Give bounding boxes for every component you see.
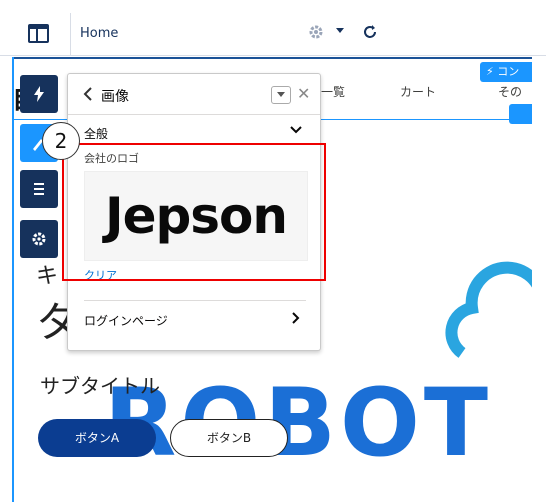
settings-tool-button[interactable] [20,220,58,258]
nav-item-cart[interactable]: カート [400,83,436,100]
section-general[interactable]: 全般 [84,125,108,142]
panel-menu-button[interactable] [271,86,291,104]
nav-item-list[interactable]: 一覧 [321,83,345,100]
chevron-left-icon[interactable] [82,86,94,102]
gear-icon[interactable] [308,24,324,40]
page-structure-tool-button[interactable] [20,170,58,208]
login-page-item[interactable]: ログインページ [84,312,168,329]
chevron-right-icon[interactable] [290,312,302,324]
hero-subtitle: サブタイトル [40,374,160,398]
panel-divider [84,300,306,301]
canvas-selection-border [12,57,14,502]
builder-top-bar: Home [0,0,546,56]
hero-heading-partial: キ [36,264,59,289]
button-b[interactable]: ボタンB [170,419,288,457]
component-tab[interactable]: ⚡ コン [480,62,532,82]
highlight-box [62,143,326,281]
panel-divider [68,114,320,115]
lightning-icon [34,86,44,102]
panel-title: 画像 [101,89,129,105]
component-tab-secondary[interactable] [509,104,532,124]
top-bar-separator [70,13,71,55]
refresh-icon[interactable] [362,24,378,40]
page-selector-home[interactable]: Home [80,26,118,41]
close-icon[interactable]: ✕ [297,84,310,103]
gear-icon [32,232,46,246]
hero-robot-text: ROBOT I [104,369,532,478]
layout-icon[interactable] [28,24,49,43]
cloud-graphic [445,261,532,358]
button-a[interactable]: ボタンA [38,419,156,457]
nav-item-other[interactable]: その [498,83,522,100]
chevron-down-icon[interactable] [336,28,344,33]
components-tool-button[interactable] [20,75,58,113]
chevron-down-icon[interactable] [290,124,302,136]
step-badge: 2 [42,122,80,160]
list-icon [34,183,44,195]
